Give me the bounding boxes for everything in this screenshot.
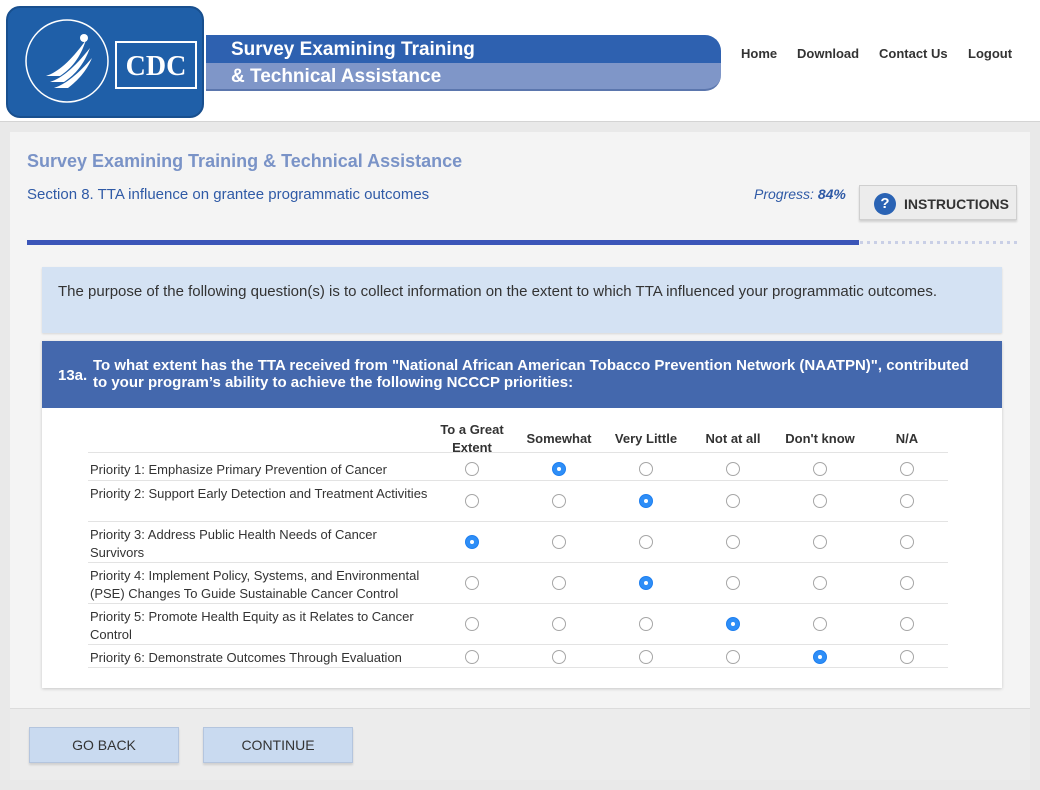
question-card: 13a. To what extent has the TTA received… xyxy=(42,341,1002,688)
radio-priority-5-dont-know[interactable] xyxy=(813,617,827,631)
hhs-seal-icon xyxy=(25,19,109,103)
row-divider xyxy=(88,644,948,645)
nav-download[interactable]: Download xyxy=(797,46,859,61)
col-head-dont-know: Don't know xyxy=(785,431,855,446)
radio-priority-3-na[interactable] xyxy=(900,535,914,549)
row-label-priority-3: Priority 3: Address Public Health Needs … xyxy=(90,527,377,560)
question-text: To what extent has the TTA received from… xyxy=(93,357,969,391)
col-head-very-little: Very Little xyxy=(614,431,678,446)
row-label-priority-5: Priority 5: Promote Health Equity as it … xyxy=(90,609,414,642)
radio-priority-4-somewhat[interactable] xyxy=(552,576,566,590)
continue-button[interactable]: CONTINUE xyxy=(203,727,353,763)
progress-bar xyxy=(27,240,1017,245)
footer-bar: GO BACK CONTINUE xyxy=(10,708,1030,780)
progress-label-text: Progress: xyxy=(754,186,814,202)
row-label-priority-4: Priority 4: Implement Policy, Systems, a… xyxy=(90,568,420,601)
radio-priority-6-na[interactable] xyxy=(900,650,914,664)
col-head-na: N/A xyxy=(895,431,919,446)
question-header: 13a. To what extent has the TTA received… xyxy=(42,341,1002,408)
radio-priority-6-dont-know[interactable] xyxy=(813,650,827,664)
radio-priority-6-very-little[interactable] xyxy=(639,650,653,664)
radio-priority-2-great-extent[interactable] xyxy=(465,494,479,508)
radio-priority-1-not-at-all[interactable] xyxy=(726,462,740,476)
radio-priority-1-very-little[interactable] xyxy=(639,462,653,476)
row-divider xyxy=(88,667,948,668)
radio-priority-4-not-at-all[interactable] xyxy=(726,576,740,590)
question-number: 13a. xyxy=(58,367,88,384)
cdc-logo-icon: CDC xyxy=(115,41,197,89)
radio-priority-3-great-extent[interactable] xyxy=(465,535,479,549)
radio-priority-4-na[interactable] xyxy=(900,576,914,590)
instructions-button[interactable]: ? INSTRUCTIONS xyxy=(859,185,1017,220)
radio-priority-6-not-at-all[interactable] xyxy=(726,650,740,664)
section-title: Section 8. TTA influence on grantee prog… xyxy=(27,186,430,203)
radio-priority-2-somewhat[interactable] xyxy=(552,494,566,508)
survey-title: Survey Examining Training & Technical As… xyxy=(27,151,463,171)
site-header: CDC Survey Examining Training & Technica… xyxy=(0,0,1040,122)
radio-priority-3-very-little[interactable] xyxy=(639,535,653,549)
nav-contact-us[interactable]: Contact Us xyxy=(879,46,948,61)
row-label-priority-2: Priority 2: Support Early Detection and … xyxy=(90,486,428,501)
row-divider xyxy=(88,603,948,604)
radio-priority-2-very-little[interactable] xyxy=(639,494,653,508)
radio-priority-2-na[interactable] xyxy=(900,494,914,508)
question-circle-icon: ? xyxy=(874,193,896,215)
purpose-text: The purpose of the following question(s)… xyxy=(42,267,1002,333)
col-head-not-at-all: Not at all xyxy=(705,431,761,446)
radio-priority-5-na[interactable] xyxy=(900,617,914,631)
row-divider xyxy=(88,521,948,522)
radio-priority-2-not-at-all[interactable] xyxy=(726,494,740,508)
banner-title-line2: & Technical Assistance xyxy=(206,63,721,91)
radio-priority-3-dont-know[interactable] xyxy=(813,535,827,549)
radio-priority-4-dont-know[interactable] xyxy=(813,576,827,590)
svg-text:CDC: CDC xyxy=(126,51,187,82)
nav-logout[interactable]: Logout xyxy=(968,46,1012,61)
radio-priority-5-very-little[interactable] xyxy=(639,617,653,631)
radio-priority-5-not-at-all[interactable] xyxy=(726,617,740,631)
radio-priority-4-great-extent[interactable] xyxy=(465,576,479,590)
radio-priority-5-great-extent[interactable] xyxy=(465,617,479,631)
instructions-label: INSTRUCTIONS xyxy=(904,196,1009,212)
col-head-somewhat: Somewhat xyxy=(526,431,592,446)
banner-title-line1: Survey Examining Training xyxy=(206,35,721,63)
progress-bar-fill xyxy=(27,240,859,245)
row-label-priority-1: Priority 1: Emphasize Primary Prevention… xyxy=(90,462,387,477)
radio-priority-1-somewhat[interactable] xyxy=(552,462,566,476)
radio-priority-6-somewhat[interactable] xyxy=(552,650,566,664)
progress-value: 84% xyxy=(817,186,846,202)
nav-home[interactable]: Home xyxy=(741,46,777,61)
radio-priority-6-great-extent[interactable] xyxy=(465,650,479,664)
go-back-button[interactable]: GO BACK xyxy=(29,727,179,763)
row-divider xyxy=(88,562,948,563)
survey-panel: Survey Examining Training & Technical As… xyxy=(10,132,1030,708)
row-divider xyxy=(88,452,948,453)
radio-priority-3-not-at-all[interactable] xyxy=(726,535,740,549)
radio-priority-5-somewhat[interactable] xyxy=(552,617,566,631)
radio-priority-2-dont-know[interactable] xyxy=(813,494,827,508)
radio-priority-1-na[interactable] xyxy=(900,462,914,476)
radio-priority-3-somewhat[interactable] xyxy=(552,535,566,549)
row-label-priority-6: Priority 6: Demonstrate Outcomes Through… xyxy=(90,650,402,665)
row-divider xyxy=(88,480,948,481)
radio-priority-1-dont-know[interactable] xyxy=(813,462,827,476)
radio-priority-1-great-extent[interactable] xyxy=(465,462,479,476)
agency-logo[interactable]: CDC xyxy=(6,6,204,118)
radio-priority-4-very-little[interactable] xyxy=(639,576,653,590)
progress-label: Progress: 84% xyxy=(754,186,846,202)
